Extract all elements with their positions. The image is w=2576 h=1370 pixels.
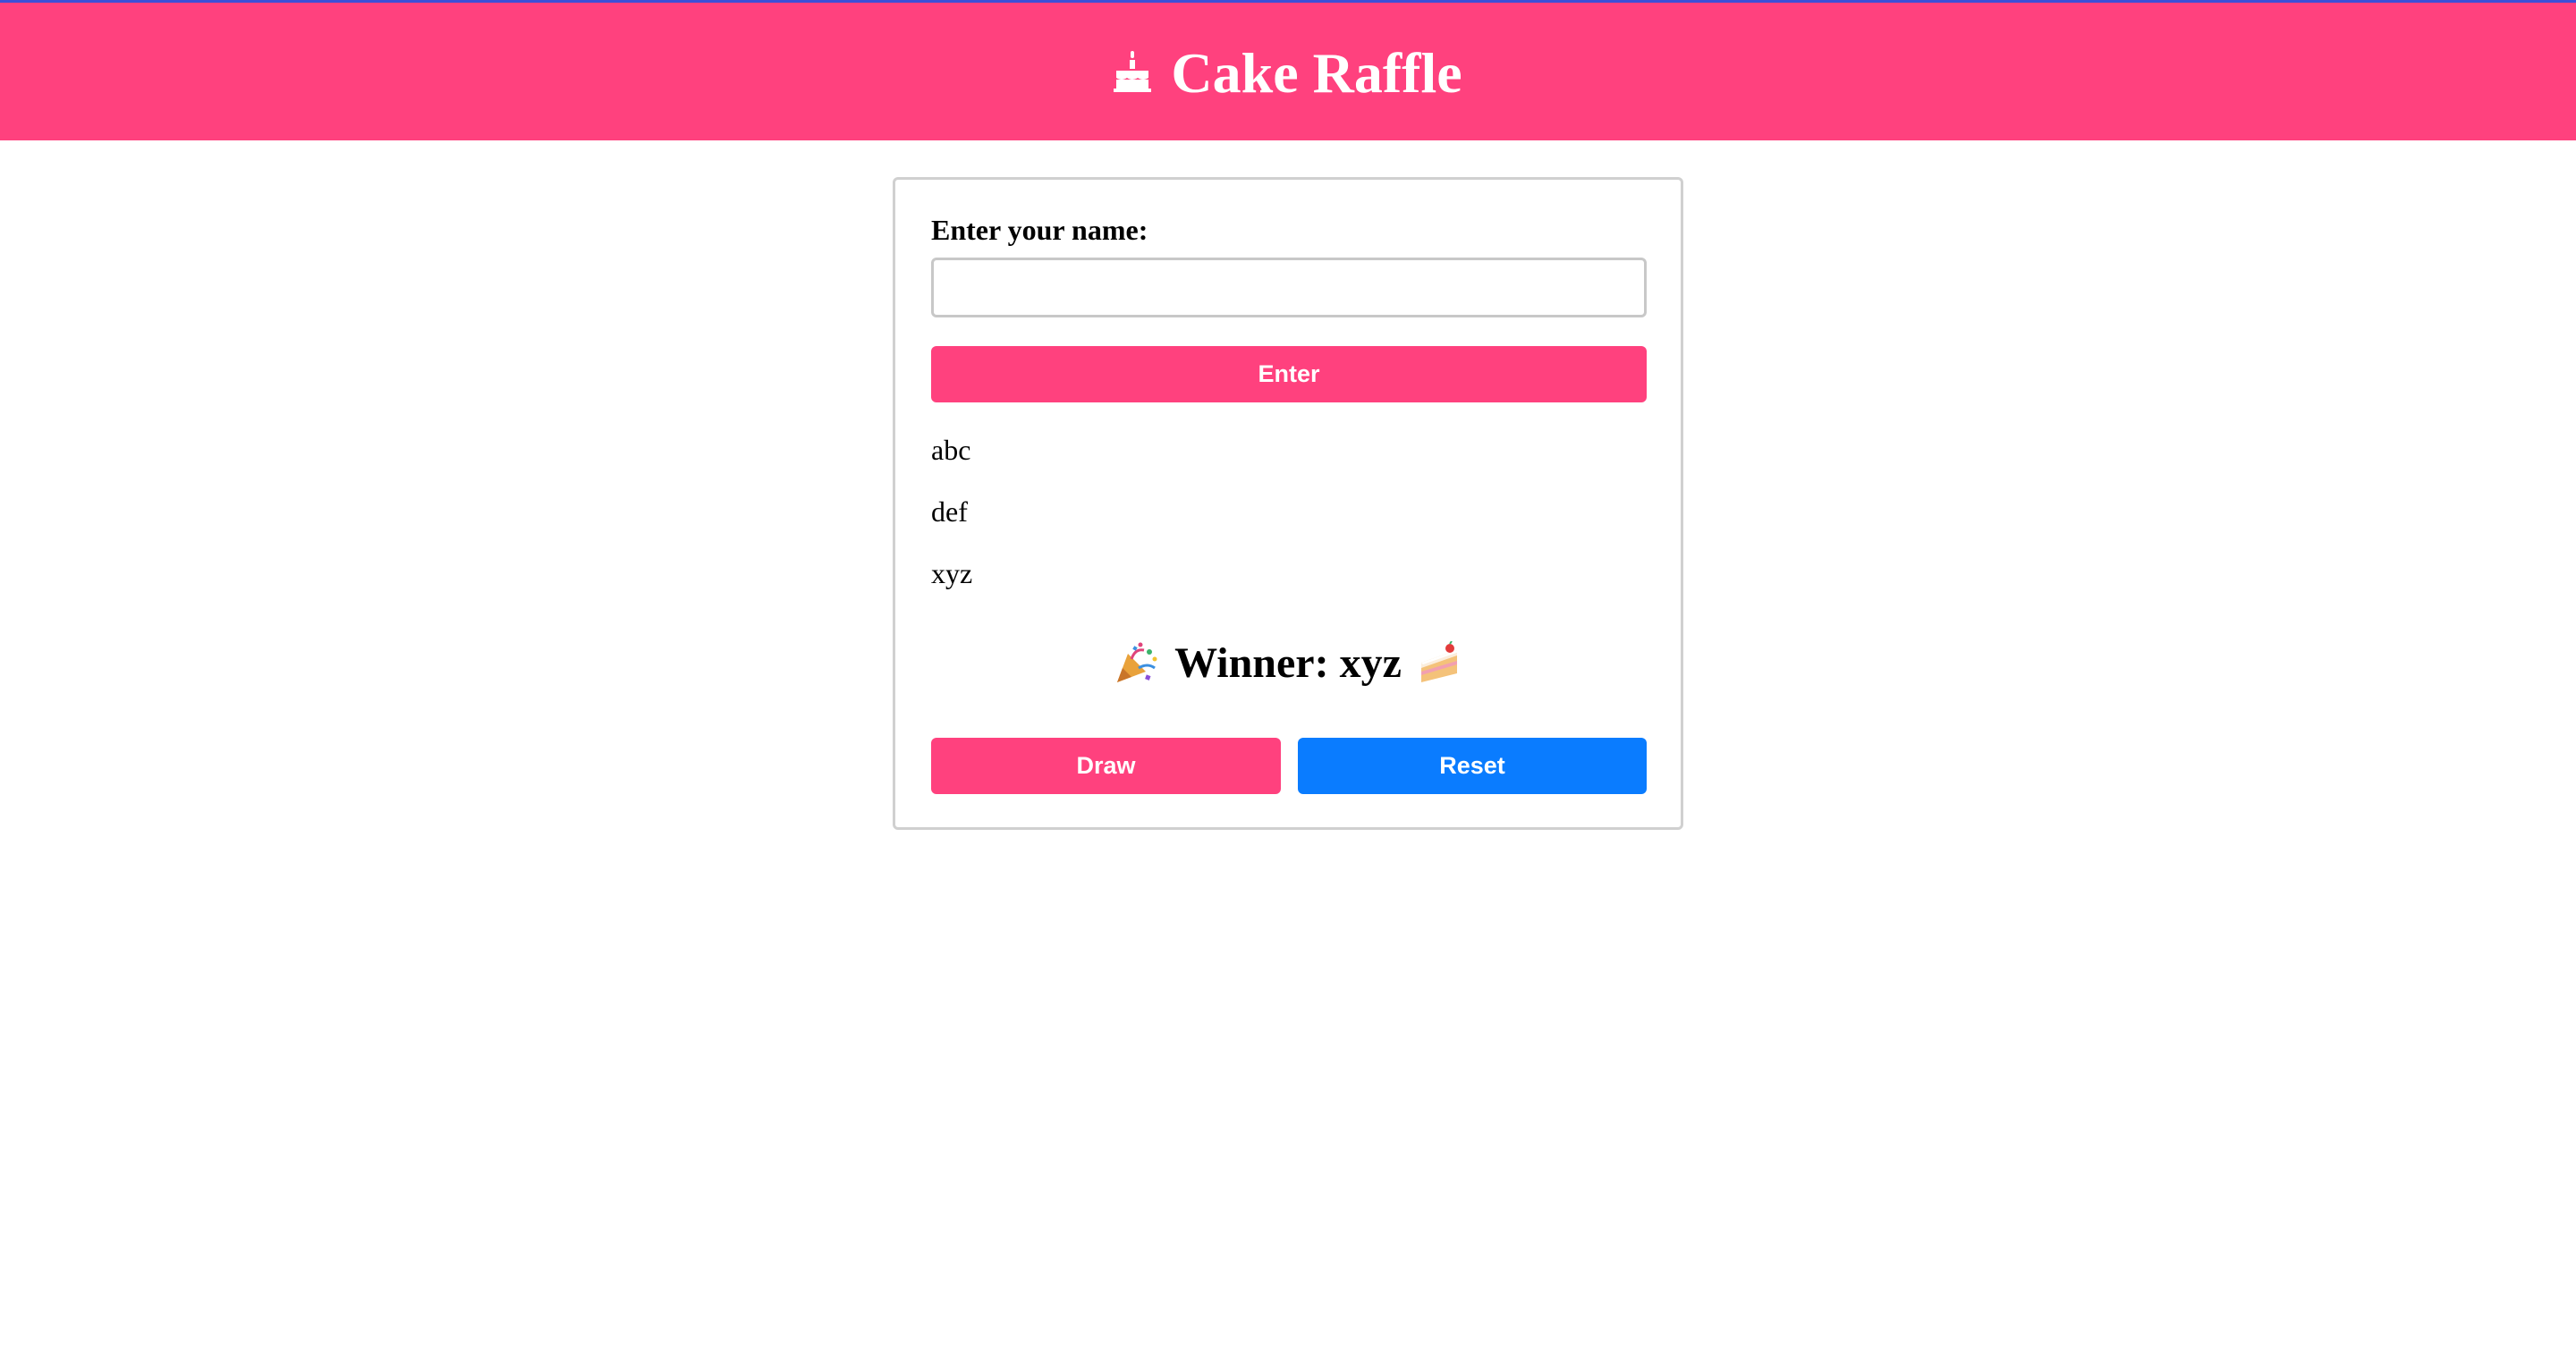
birthday-cake-icon bbox=[1114, 51, 1152, 92]
winner-text: Winner: xyz bbox=[1174, 639, 1402, 687]
list-item: xyz bbox=[931, 557, 973, 589]
list-item: abc bbox=[931, 434, 971, 466]
app-header: Cake Raffle bbox=[0, 0, 2576, 140]
draw-button[interactable]: Draw bbox=[931, 738, 1281, 794]
winner-banner: Winner: xyz bbox=[895, 641, 1681, 686]
name-input[interactable] bbox=[931, 258, 1647, 317]
name-label: Enter your name: bbox=[931, 214, 1148, 246]
enter-button[interactable]: Enter bbox=[931, 346, 1647, 402]
party-popper-icon bbox=[1117, 642, 1157, 682]
page-title: Cake Raffle bbox=[1114, 45, 1462, 102]
list-item: def bbox=[931, 495, 968, 528]
page-title-text: Cake Raffle bbox=[1171, 41, 1462, 105]
reset-button[interactable]: Reset bbox=[1298, 738, 1647, 794]
shortcake-icon bbox=[1420, 641, 1459, 682]
raffle-card: Enter your name: Enter abc def xyz Winne… bbox=[893, 177, 1683, 830]
entries-list: abc def xyz bbox=[931, 436, 972, 621]
